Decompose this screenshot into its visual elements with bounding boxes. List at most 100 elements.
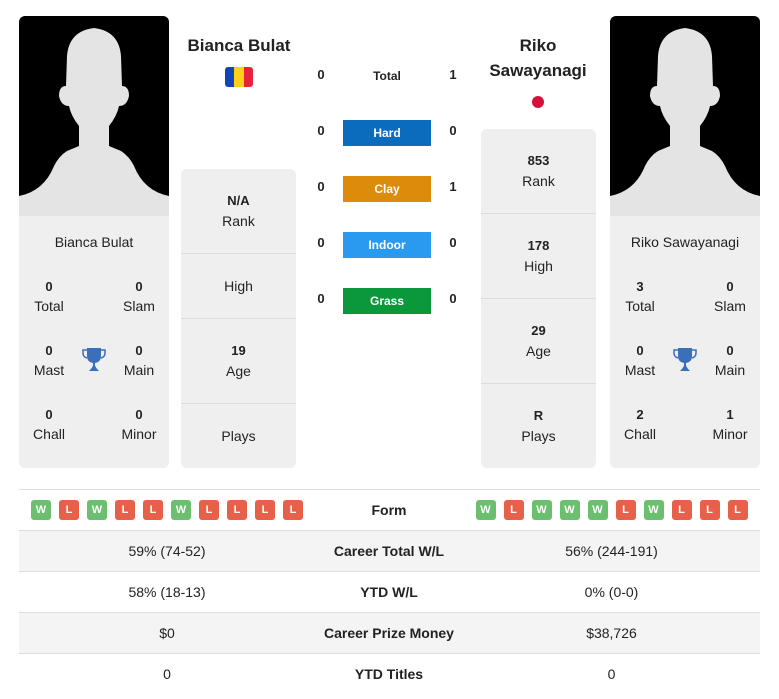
surface-grass: Grass [343,288,431,314]
form-loss-badge[interactable]: L [503,500,524,520]
player1-titles-total: 0 Total [19,278,79,316]
player2-card: Riko Sawayanagi 3 Total 0 Slam 0 Mast 0 … [610,216,760,468]
surface-hard: Hard [343,120,431,146]
label: Mast [33,362,65,378]
player1-titles-main: 0 Main [109,342,169,380]
player2-name[interactable]: Riko Sawayanagi [478,33,598,83]
form-loss-badge[interactable]: L [115,500,135,520]
player2-titles-mast: 0 Mast [610,342,670,380]
trophy-icon [82,348,106,371]
form-win-badge[interactable]: W [559,500,580,520]
label: Chall [33,426,65,442]
player1-stats: N/A Rank High 19 Age Plays [181,169,296,468]
h2h-hard-p2: 0 [449,123,457,138]
form-loss-badge[interactable]: L [699,500,720,520]
form-win-badge[interactable]: W [31,500,51,520]
value: 0 [135,279,143,294]
player1-name[interactable]: Bianca Bulat [180,33,298,58]
row-label: Career Total W/L [333,543,445,559]
player1-value: 58% (18-13) [128,584,206,600]
value: R [533,408,544,423]
player1-value: 0 [163,666,171,682]
form-loss-badge[interactable]: L [283,500,303,520]
player1-titles-slam: 0 Slam [109,278,169,316]
label: Age [226,363,251,379]
label: Total [625,298,655,314]
surface-clay: Clay [343,176,431,202]
form-win-badge[interactable]: W [531,500,552,520]
label: Slam [123,298,155,314]
label: Plays [221,428,256,444]
comparison-table: WLWLLWLLLL Form WLWWWLWLLL 59% (74-52) C… [19,489,760,694]
table-row: $0 Career Prize Money $38,726 [19,612,760,653]
player1-high: High [181,254,296,319]
h2h-clay-p2: 1 [449,179,457,194]
value: 0 [45,407,53,422]
form-loss-badge[interactable]: L [671,500,692,520]
value: 2 [636,407,644,422]
form-loss-badge[interactable]: L [143,500,163,520]
form-win-badge[interactable]: W [587,500,608,520]
form-label: Form [371,502,407,518]
h2h-hard-p1: 0 [317,123,325,138]
form-loss-badge[interactable]: L [227,500,247,520]
player1-photo [19,16,169,216]
form-loss-badge[interactable]: L [199,500,219,520]
player1-titles-mast: 0 Mast [19,342,79,380]
label: Mast [624,362,656,378]
row-label: Career Prize Money [324,625,454,641]
value: 0 [636,343,644,358]
h2h-grass-p2: 0 [449,291,457,306]
label: Chall [624,426,656,442]
player2-age: 29 Age [481,299,596,384]
player2-value: 56% (244-191) [565,543,658,559]
value: 0 [726,279,734,294]
player2-plays: R Plays [481,384,596,468]
player1-card-name: Bianca Bulat [54,234,134,250]
value: 0 [726,343,734,358]
player1-value: $0 [159,625,175,641]
romania-flag-icon [225,67,253,87]
form-loss-badge[interactable]: L [59,500,79,520]
player2-stats: 853 Rank 178 High 29 Age R Plays [481,129,596,468]
h2h-total-p2: 1 [449,67,457,82]
h2h-total-p1: 0 [317,67,325,82]
value: 0 [135,343,143,358]
player1-card: Bianca Bulat 0 Total 0 Slam 0 Mast 0 Mai… [19,216,169,468]
player2-titles-main: 0 Main [700,342,760,380]
japan-flag-icon [532,96,544,108]
player2-titles-slam: 0 Slam [700,278,760,316]
player2-value: 0 [607,666,616,682]
h2h-indoor-p2: 0 [449,235,457,250]
form-row: WLWLLWLLLL Form WLWWWLWLLL [19,489,760,530]
value: 3 [636,279,644,294]
value: 0 [45,343,53,358]
player2-card-name: Riko Sawayanagi [630,234,740,250]
label: Total [34,298,64,314]
row-label: YTD Titles [354,666,424,682]
value: 0 [45,279,53,294]
form-loss-badge[interactable]: L [615,500,636,520]
table-row: 0 YTD Titles 0 [19,653,760,694]
table-row: 58% (18-13) YTD W/L 0% (0-0) [19,571,760,612]
h2h-total-label: Total [373,69,401,83]
player2-value: $38,726 [586,625,637,641]
form-win-badge[interactable]: W [475,500,496,520]
player2-rank: 853 Rank [481,129,596,214]
form-loss-badge[interactable]: L [255,500,275,520]
player2-titles-minor: 1 Minor [700,406,760,444]
player1-age: 19 Age [181,319,296,404]
label: High [524,258,553,274]
player1-value: 59% (74-52) [128,543,206,559]
player1-plays: Plays [181,404,296,468]
player2-form: WLWWWLWLLL [463,500,760,520]
form-loss-badge[interactable]: L [727,500,748,520]
h2h-clay-p1: 0 [317,179,325,194]
form-win-badge[interactable]: W [643,500,664,520]
form-win-badge[interactable]: W [87,500,107,520]
player1-form: WLWLLWLLLL [19,500,315,520]
player1-titles-chall: 0 Chall [19,406,79,444]
table-row: 59% (74-52) Career Total W/L 56% (244-19… [19,530,760,571]
form-win-badge[interactable]: W [171,500,191,520]
trophy-icon [673,348,697,371]
